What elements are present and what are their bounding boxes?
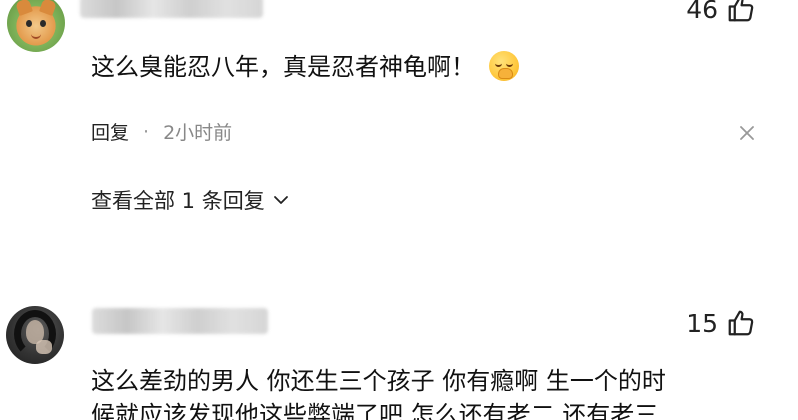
avatar[interactable] [6,306,64,364]
like-button[interactable]: 46 [686,0,756,24]
timestamp: 2小时前 [163,122,233,144]
comment-text-line-2: 候就应该发现他这些弊端了吧 怎么还有老二 还有老三 [91,401,659,420]
thumbs-up-icon [728,310,754,336]
comment-body: 这么臭能忍八年，真是忍者神龟啊！ [91,50,519,84]
comment-meta: 回复 · 2小时前 [91,118,232,145]
close-icon[interactable] [738,124,756,142]
comment-text-line-1: 这么差劲的男人 你还生三个孩子 你有瘾啊 生一个的时 [91,367,666,395]
avatar[interactable] [7,0,65,52]
separator: · [143,120,150,143]
comment-text: 这么臭能忍八年，真是忍者神龟啊！ [91,53,475,81]
username-blurred[interactable] [80,0,263,18]
comment-list: 46 这么臭能忍八年，真是忍者神龟啊！ 回复 · 2小时前 查看全部 1 条回复 [0,0,798,420]
like-button[interactable]: 15 [686,308,756,338]
chevron-down-icon [273,196,288,204]
view-all-replies-button[interactable]: 查看全部 1 条回复 [91,185,291,215]
reply-button[interactable]: 回复 [91,118,129,145]
like-count: 15 [686,308,718,338]
smirk-emoji-icon [489,51,519,81]
view-replies-label: 查看全部 1 条回复 [91,189,265,213]
like-count: 46 [686,0,718,24]
thumbs-up-icon [728,0,754,22]
username-blurred[interactable] [92,308,268,334]
